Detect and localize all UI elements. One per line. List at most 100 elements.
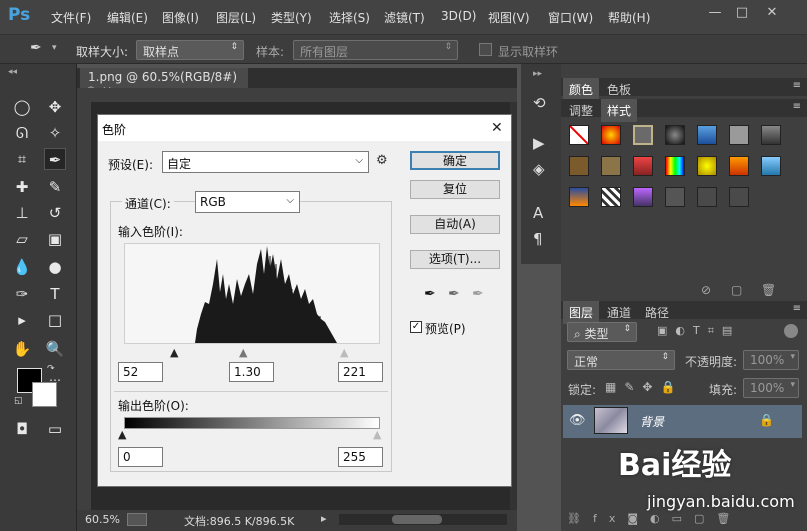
tab-channels[interactable]: 通道 <box>601 301 637 324</box>
white-eyedropper-icon[interactable]: ✒ <box>472 286 484 302</box>
black-eyedropper-icon[interactable]: ✒ <box>424 286 436 302</box>
3d-panel-icon[interactable]: ◈ <box>533 160 545 178</box>
gray-eyedropper-icon[interactable]: ✒ <box>448 286 460 302</box>
preview-checkbox[interactable]: ✓ <box>410 321 422 333</box>
type-tool-icon[interactable]: T <box>44 283 66 305</box>
input-white-field[interactable]: 221 <box>338 362 383 382</box>
stamp-tool-icon[interactable]: ⊥ <box>11 202 33 224</box>
menu-file[interactable]: 文件(F) <box>51 9 91 26</box>
blur-tool-icon[interactable]: 💧 <box>11 256 33 278</box>
brush-tool-icon[interactable]: ✎ <box>44 176 66 198</box>
magic-wand-tool-icon[interactable]: ✧ <box>44 122 66 144</box>
character-panel-icon[interactable]: A <box>533 204 543 222</box>
delete-style-icon[interactable]: 🗑 <box>761 283 776 297</box>
swap-colors-icon[interactable]: ↷ <box>47 364 55 374</box>
minimize-icon[interactable]: — <box>707 6 723 20</box>
opacity-field[interactable]: 100% ▾ <box>743 350 799 370</box>
preset-options-gear-icon[interactable]: ⚙ <box>376 153 388 168</box>
style-swatch[interactable] <box>633 125 653 145</box>
style-swatch[interactable] <box>697 187 717 207</box>
zoom-level[interactable]: 60.5% <box>85 513 120 526</box>
background-color-swatch[interactable] <box>32 382 57 407</box>
new-style-icon[interactable]: ▢ <box>731 283 742 297</box>
tab-adjustments[interactable]: 调整 <box>563 99 599 122</box>
panel-menu-icon[interactable]: ≡ <box>793 80 801 91</box>
style-swatch[interactable] <box>729 125 749 145</box>
quick-mask-icon[interactable]: ◘ <box>11 418 33 440</box>
actions-panel-icon[interactable]: ▶ <box>533 134 545 152</box>
menu-filter[interactable]: 滤镜(T) <box>384 9 425 26</box>
status-arrow-icon[interactable]: ▸ <box>321 512 327 525</box>
collapse-icon[interactable]: ◂◂ <box>8 67 17 77</box>
layer-row[interactable]: 👁 背景 🔒 <box>563 405 802 438</box>
sample-select[interactable]: 所有图层 ⇕ <box>293 40 458 60</box>
style-swatch[interactable] <box>569 187 589 207</box>
visibility-eye-icon[interactable]: 👁 <box>569 413 586 428</box>
output-white-field[interactable]: 255 <box>338 447 383 467</box>
input-gamma-field[interactable]: 1.30 <box>229 362 274 382</box>
dialog-close-icon[interactable]: ✕ <box>491 120 503 136</box>
auto-button[interactable]: 自动(A) <box>410 215 500 234</box>
status-icon[interactable] <box>127 513 147 526</box>
layer-filter-icons[interactable]: ▣◐T⌗▤ <box>657 324 740 338</box>
paragraph-panel-icon[interactable]: ¶ <box>533 230 543 248</box>
layer-kind-filter[interactable]: ⌕ 类型 ⇕ <box>567 322 637 342</box>
channel-select[interactable]: RGB ⌵ <box>195 191 300 213</box>
menu-window[interactable]: 窗口(W) <box>548 9 593 26</box>
tab-paths[interactable]: 路径 <box>639 301 675 324</box>
lock-icons[interactable]: ▦✎✥🔒 <box>605 380 683 394</box>
clear-style-icon[interactable]: ⊘ <box>701 283 711 297</box>
style-swatch[interactable] <box>697 156 717 176</box>
style-swatch[interactable] <box>633 187 653 207</box>
eyedropper-icon[interactable]: ✒ <box>30 40 42 56</box>
crop-tool-icon[interactable]: ⌗ <box>11 148 33 170</box>
style-swatch[interactable] <box>729 187 749 207</box>
layer-name[interactable]: 背景 <box>640 413 664 430</box>
dodge-tool-icon[interactable]: ● <box>44 256 66 278</box>
show-ring-checkbox[interactable] <box>479 43 492 56</box>
fill-field[interactable]: 100% ▾ <box>743 378 799 398</box>
options-button[interactable]: 选项(T)... <box>410 250 500 269</box>
eraser-tool-icon[interactable]: ▱ <box>11 228 33 250</box>
sample-size-select[interactable]: 取样点 ⇕ <box>136 40 244 60</box>
history-brush-tool-icon[interactable]: ↺ <box>44 202 66 224</box>
style-swatch[interactable] <box>569 125 589 145</box>
tab-color[interactable]: 颜色 <box>563 78 600 101</box>
eyedropper-tool-icon[interactable]: ✒ <box>44 148 66 170</box>
document-tab[interactable]: 1.png @ 60.5%(RGB/8#) *✕ <box>80 68 248 98</box>
history-panel-icon[interactable]: ⟲ <box>533 94 546 112</box>
path-select-tool-icon[interactable]: ▸ <box>11 309 33 331</box>
style-swatch[interactable] <box>633 156 653 176</box>
menu-select[interactable]: 选择(S) <box>329 9 370 26</box>
blend-mode-select[interactable]: 正常 ⇕ <box>567 350 675 370</box>
horizontal-scroll-thumb[interactable] <box>392 515 442 524</box>
dock-expand-icon[interactable]: ▸▸ <box>533 69 542 79</box>
style-swatch[interactable] <box>697 125 717 145</box>
filter-toggle-icon[interactable] <box>784 324 798 338</box>
rectangle-tool-icon[interactable]: □ <box>44 309 66 331</box>
healing-brush-tool-icon[interactable]: ✚ <box>11 176 33 198</box>
ok-button[interactable]: 确定 <box>410 151 500 170</box>
screen-mode-icon[interactable]: ▭ <box>44 418 66 440</box>
tab-layers[interactable]: 图层 <box>563 301 600 324</box>
chevron-down-icon[interactable]: ▾ <box>52 43 57 53</box>
tab-styles[interactable]: 样式 <box>601 99 638 122</box>
style-swatch[interactable] <box>665 187 685 207</box>
input-gamma-slider[interactable]: ▲ <box>239 346 247 359</box>
output-black-field[interactable]: 0 <box>118 447 163 467</box>
menu-help[interactable]: 帮助(H) <box>608 9 650 26</box>
hand-tool-icon[interactable]: ✋ <box>11 338 33 360</box>
zoom-tool-icon[interactable]: 🔍 <box>44 338 66 360</box>
menu-type[interactable]: 类型(Y) <box>271 9 312 26</box>
style-swatch[interactable] <box>601 187 621 207</box>
reset-button[interactable]: 复位 <box>410 180 500 199</box>
style-swatch[interactable] <box>601 125 621 145</box>
close-icon[interactable]: ✕ <box>764 6 780 20</box>
style-swatch[interactable] <box>761 156 781 176</box>
maximize-icon[interactable]: □ <box>734 6 750 20</box>
menu-image[interactable]: 图像(I) <box>162 9 199 26</box>
pen-tool-icon[interactable]: ✑ <box>11 283 33 305</box>
style-swatch[interactable] <box>761 125 781 145</box>
menu-view[interactable]: 视图(V) <box>488 9 530 26</box>
move-tool-icon[interactable]: ✥ <box>44 96 66 118</box>
